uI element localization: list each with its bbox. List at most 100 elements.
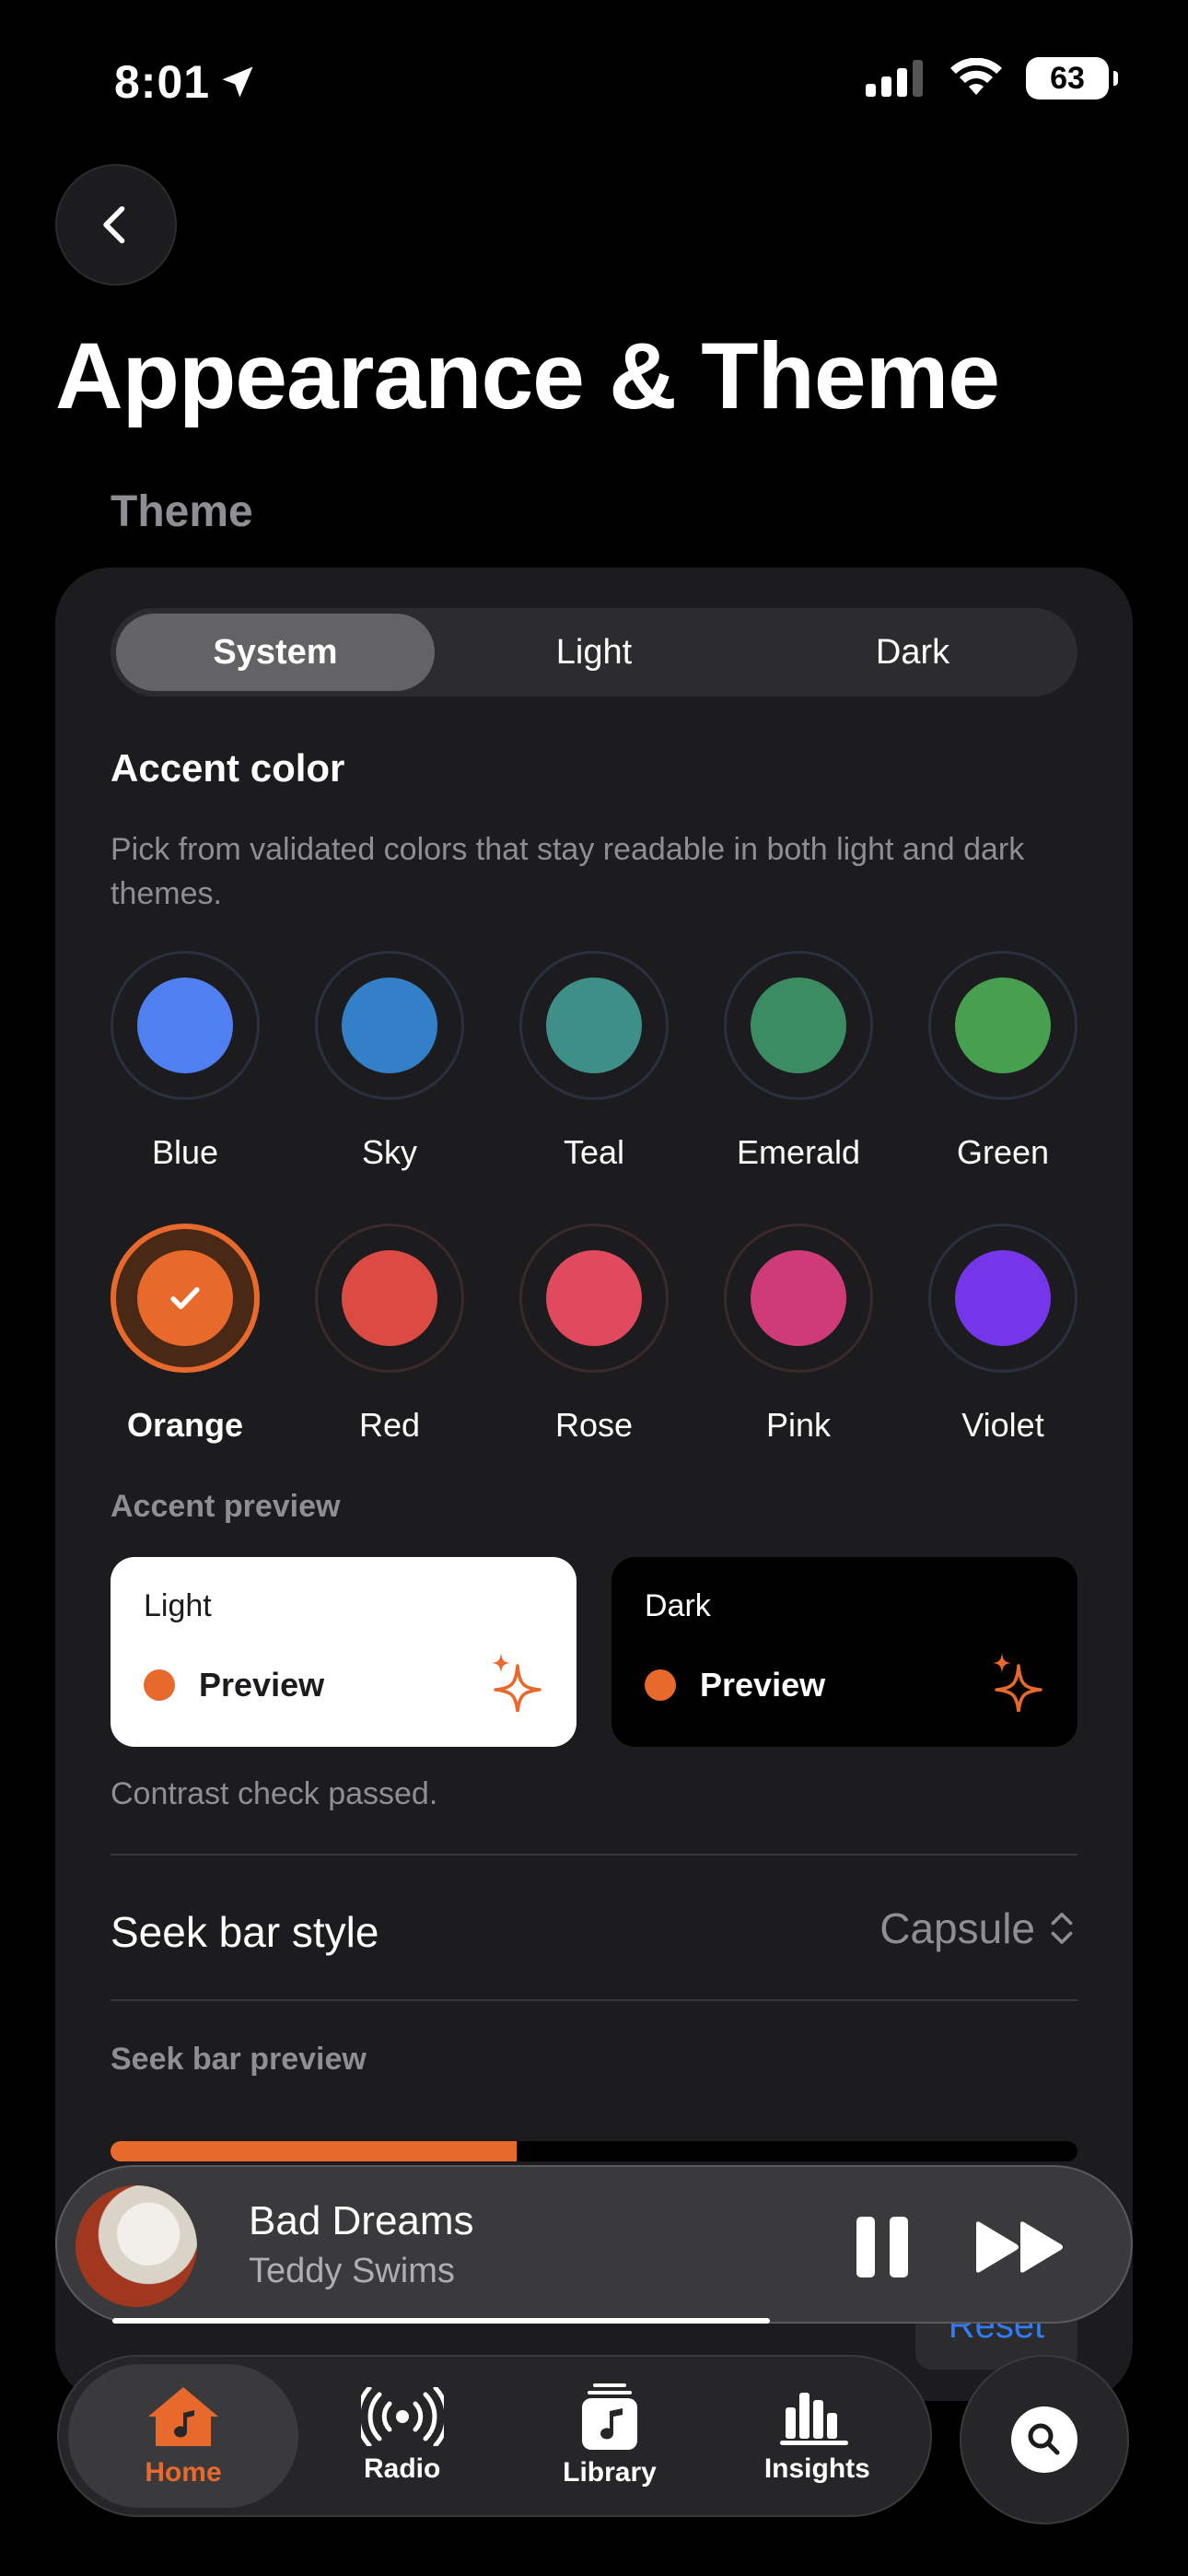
- swatch-red[interactable]: Red: [287, 1224, 492, 1445]
- color-dot: [546, 1250, 642, 1346]
- swatch-ring: [928, 1224, 1077, 1373]
- segment-system[interactable]: System: [116, 614, 435, 691]
- preview-row: Preview: [144, 1666, 324, 1704]
- swatch-violet[interactable]: Violet: [901, 1224, 1105, 1445]
- tab-label: Insights: [763, 2453, 870, 2484]
- accent-dot: [144, 1669, 175, 1701]
- mini-player[interactable]: Bad Dreams Teddy Swims: [55, 2165, 1133, 2324]
- insights-icon: [780, 2393, 849, 2445]
- tab-library[interactable]: Library: [506, 2364, 713, 2508]
- swatch-label: Teal: [563, 1133, 625, 1171]
- seek-bar-style-label: Seek bar style: [111, 1908, 379, 1956]
- color-dot: [751, 1250, 846, 1346]
- chevron-up-down-icon: [1051, 1913, 1073, 1944]
- color-dot: [546, 978, 642, 1073]
- preview-card-light: Light Preview: [111, 1557, 577, 1747]
- color-dot: [751, 978, 846, 1073]
- divider: [111, 1854, 1077, 1856]
- location-arrow-icon: [222, 66, 253, 98]
- segment-dark[interactable]: Dark: [753, 614, 1072, 691]
- seek-bar-preview: [111, 2141, 1077, 2161]
- swatch-label: Violet: [961, 1406, 1044, 1444]
- swatch-blue[interactable]: Blue: [83, 951, 287, 1172]
- color-dot: [342, 978, 437, 1073]
- swatch-teal[interactable]: Teal: [492, 951, 696, 1172]
- page-title: Appearance & Theme: [55, 323, 1000, 428]
- section-label-theme: Theme: [111, 487, 253, 536]
- home-icon: [148, 2387, 218, 2446]
- status-indicators: 63: [866, 57, 1118, 100]
- swatch-label: Rose: [554, 1406, 634, 1444]
- swatch-label: Blue: [151, 1133, 219, 1171]
- playback-progress: [112, 2318, 1079, 2324]
- preview-row: Preview: [645, 1666, 825, 1704]
- fast-forward-icon[interactable]: [974, 2220, 1066, 2274]
- swatch-orange[interactable]: Orange: [83, 1224, 287, 1445]
- swatch-pink[interactable]: Pink: [696, 1224, 901, 1445]
- accent-dot: [645, 1669, 676, 1701]
- back-button[interactable]: [55, 164, 177, 286]
- preview-text: Preview: [199, 1666, 325, 1704]
- swatch-label: Pink: [765, 1406, 832, 1444]
- preview-card-title: Light: [144, 1588, 212, 1623]
- color-dot: [137, 1250, 233, 1346]
- swatch-label: Sky: [361, 1133, 417, 1171]
- checkmark-icon: [170, 1287, 200, 1309]
- swatch-ring: [315, 1224, 464, 1373]
- color-dot: [955, 1250, 1051, 1346]
- sparkle-icon: [492, 1653, 542, 1712]
- color-dot: [955, 978, 1051, 1073]
- tab-label: Home: [145, 2457, 222, 2488]
- accent-swatch-grid: Blue Sky Teal Emerald Green Orange Red R…: [83, 951, 1105, 1445]
- seek-bar-style-picker[interactable]: Capsule: [879, 1903, 1077, 1953]
- segment-light[interactable]: Light: [435, 614, 753, 691]
- swatch-rose[interactable]: Rose: [492, 1224, 696, 1445]
- swatch-ring: [111, 951, 260, 1100]
- seek-bar-style-value: Capsule: [879, 1904, 1035, 1952]
- wifi-icon: [950, 58, 1002, 95]
- swatch-label: Orange: [126, 1406, 244, 1444]
- swatch-ring: [315, 951, 464, 1100]
- swatch-label: Red: [358, 1406, 421, 1444]
- tab-insights[interactable]: Insights: [714, 2364, 921, 2508]
- contrast-status: Contrast check passed.: [111, 1776, 438, 1811]
- color-dot: [137, 978, 233, 1073]
- sparkle-icon: [993, 1653, 1042, 1712]
- tab-label: Radio: [363, 2453, 441, 2484]
- color-dot: [342, 1250, 437, 1346]
- pause-icon[interactable]: [855, 2215, 910, 2279]
- preview-text: Preview: [700, 1666, 826, 1704]
- swatch-green[interactable]: Green: [901, 951, 1105, 1172]
- swatch-sky[interactable]: Sky: [287, 951, 492, 1172]
- preview-card-dark: Dark Preview: [611, 1557, 1077, 1747]
- seek-bar-fill: [111, 2141, 517, 2161]
- album-art: [76, 2185, 197, 2307]
- tab-bar: Home Radio Library Insights: [57, 2355, 932, 2517]
- tab-home[interactable]: Home: [68, 2364, 298, 2508]
- search-button[interactable]: [960, 2355, 1129, 2524]
- track-title: Bad Dreams: [249, 2198, 474, 2243]
- swatch-label: Emerald: [736, 1133, 861, 1171]
- preview-card-title: Dark: [645, 1588, 711, 1623]
- library-icon: [581, 2383, 637, 2450]
- accent-color-title: Accent color: [111, 746, 345, 790]
- track-artist: Teddy Swims: [249, 2252, 455, 2290]
- seek-bar-preview-label: Seek bar preview: [111, 2042, 367, 2077]
- search-icon: [1011, 2406, 1077, 2473]
- swatch-ring: [724, 1224, 873, 1373]
- swatch-ring: [519, 1224, 669, 1373]
- accent-color-description: Pick from validated colors that stay rea…: [111, 832, 1025, 911]
- battery-indicator: 63: [1026, 57, 1118, 100]
- divider: [111, 1999, 1077, 2001]
- playback-progress-fill: [112, 2318, 770, 2324]
- tab-radio[interactable]: Radio: [298, 2364, 506, 2508]
- tab-label: Library: [563, 2457, 657, 2488]
- swatch-ring-selected: [111, 1224, 260, 1373]
- swatch-ring: [724, 951, 873, 1100]
- swatch-ring: [928, 951, 1077, 1100]
- theme-settings-card: System Light Dark Accent color Pick from…: [55, 568, 1133, 2401]
- radio-icon: [360, 2387, 444, 2446]
- swatch-emerald[interactable]: Emerald: [696, 951, 901, 1172]
- accent-preview-label: Accent preview: [111, 1489, 341, 1524]
- signal-icon: [866, 60, 923, 97]
